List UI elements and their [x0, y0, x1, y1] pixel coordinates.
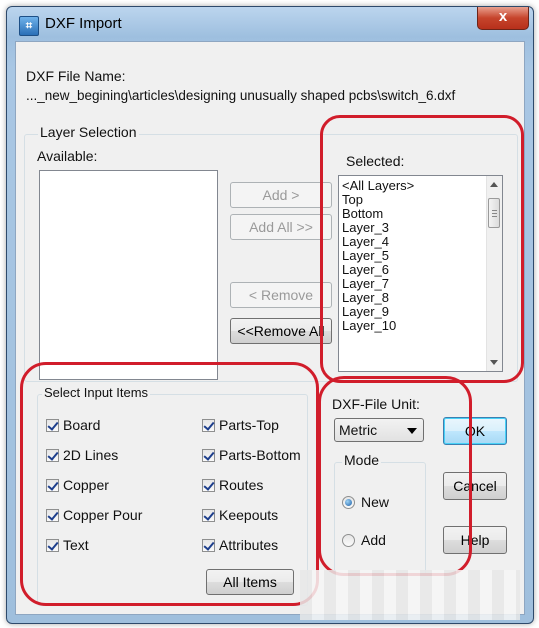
mode-new-label: New: [361, 494, 390, 510]
selected-layer-item[interactable]: Layer_4: [339, 235, 479, 249]
dxf-import-window: ⌗ DXF Import x DXF File Name: ..._new_be…: [6, 6, 534, 624]
checkmark-icon: [202, 539, 215, 552]
checkbox-label: Copper: [63, 477, 109, 493]
checkbox-label: Copper Pour: [63, 507, 143, 523]
dxf-import-app-icon: ⌗: [19, 16, 39, 36]
selected-layer-item[interactable]: <All Layers>: [339, 179, 479, 193]
checkbox-label: Routes: [219, 477, 264, 493]
file-name-label: DXF File Name:: [26, 68, 126, 84]
selected-layer-item[interactable]: Layer_3: [339, 221, 479, 235]
cancel-button[interactable]: Cancel: [443, 472, 507, 500]
checkmark-icon: [46, 539, 59, 552]
selected-layer-item[interactable]: Layer_7: [339, 277, 479, 291]
checkbox-label: 2D Lines: [63, 447, 119, 463]
ok-button[interactable]: OK: [443, 417, 507, 445]
checkbox-text[interactable]: Text: [46, 537, 89, 553]
checkmark-icon: [46, 419, 59, 432]
dialog-client-area: DXF File Name: ..._new_begining\articles…: [15, 41, 525, 615]
available-label: Available:: [37, 148, 98, 164]
add-all-button[interactable]: Add All >>: [230, 214, 332, 240]
checkbox-label: Attributes: [219, 537, 279, 553]
checkbox-2d-lines[interactable]: 2D Lines: [46, 447, 118, 463]
mode-group: [334, 462, 426, 576]
selected-layer-item[interactable]: Layer_10: [339, 319, 479, 333]
selected-label: Selected:: [346, 153, 405, 169]
selected-layer-item[interactable]: Layer_5: [339, 249, 479, 263]
mode-add-label: Add: [361, 532, 386, 548]
checkmark-icon: [46, 509, 59, 522]
checkbox-routes[interactable]: Routes: [202, 477, 263, 493]
file-path: ..._new_begining\articles\designing unus…: [26, 88, 456, 103]
checkmark-icon: [46, 449, 59, 462]
mode-new-radio[interactable]: New: [342, 494, 389, 510]
remove-all-button[interactable]: <<Remove All: [230, 318, 332, 344]
scroll-down-arrow-icon[interactable]: [490, 360, 498, 365]
checkmark-icon: [202, 449, 215, 462]
layer-selection-title: Layer Selection: [38, 124, 139, 140]
title-bar[interactable]: ⌗ DXF Import x: [7, 7, 533, 41]
checkbox-board[interactable]: Board: [46, 417, 100, 433]
radio-selected-icon: [342, 496, 355, 509]
available-layers-list[interactable]: [39, 170, 218, 380]
selected-layers-list[interactable]: <All Layers> Top Bottom Layer_3 Layer_4 Layer…: [338, 175, 503, 372]
checkbox-copper-pour[interactable]: Copper Pour: [46, 507, 142, 523]
watermark-blur: [300, 570, 520, 620]
checkbox-copper[interactable]: Copper: [46, 477, 109, 493]
selected-list-scrollbar[interactable]: [486, 176, 502, 371]
dxf-unit-value: Metric: [339, 422, 378, 438]
dxf-unit-select[interactable]: Metric: [334, 418, 424, 442]
dxf-unit-label: DXF-File Unit:: [332, 396, 420, 412]
close-button[interactable]: x: [477, 7, 529, 30]
checkbox-label: Board: [63, 417, 101, 433]
chevron-down-icon: [407, 428, 417, 434]
checkbox-label: Text: [63, 537, 89, 553]
scrollbar-thumb[interactable]: [488, 198, 500, 228]
checkmark-icon: [46, 479, 59, 492]
checkbox-parts-top[interactable]: Parts-Top: [202, 417, 279, 433]
help-button[interactable]: Help: [443, 526, 507, 554]
selected-layer-item[interactable]: Layer_8: [339, 291, 479, 305]
checkbox-attributes[interactable]: Attributes: [202, 537, 278, 553]
mode-title: Mode: [342, 452, 382, 468]
checkbox-label: Parts-Top: [219, 417, 279, 433]
checkbox-keepouts[interactable]: Keepouts: [202, 507, 278, 523]
selected-layer-item[interactable]: Layer_9: [339, 305, 479, 319]
all-items-button[interactable]: All Items: [206, 569, 294, 595]
checkmark-icon: [202, 479, 215, 492]
checkbox-label: Parts-Bottom: [219, 447, 301, 463]
radio-unselected-icon: [342, 534, 355, 547]
checkmark-icon: [202, 509, 215, 522]
input-items-title: Select Input Items: [42, 385, 151, 400]
window-title: DXF Import: [45, 15, 122, 32]
checkbox-parts-bottom[interactable]: Parts-Bottom: [202, 447, 301, 463]
selected-layer-item[interactable]: Layer_6: [339, 263, 479, 277]
selected-layer-item[interactable]: Bottom: [339, 207, 479, 221]
selected-layer-item[interactable]: Top: [339, 193, 479, 207]
mode-add-radio[interactable]: Add: [342, 532, 386, 548]
add-button[interactable]: Add >: [230, 182, 332, 208]
checkmark-icon: [202, 419, 215, 432]
checkbox-label: Keepouts: [219, 507, 279, 523]
remove-button[interactable]: < Remove: [230, 282, 332, 308]
scroll-up-arrow-icon[interactable]: [490, 182, 498, 187]
